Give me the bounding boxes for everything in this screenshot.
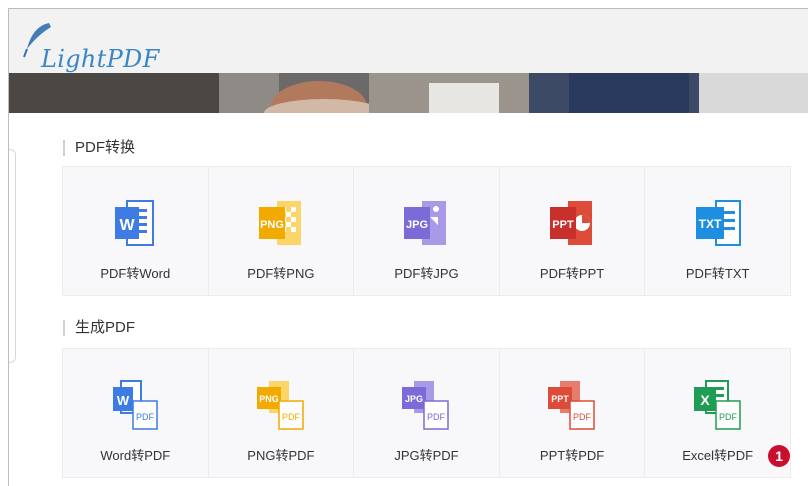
jpg-tag: JPG [405,394,423,404]
tool-label: PDF转PNG [247,266,315,281]
convert-tools-grid: W PDF转Word PNG PDF转PNG JPG PDF转JPG PPT P… [62,166,791,296]
tool-label: PDF转TXT [685,266,750,281]
jpg-image-icon: JPG [404,201,447,245]
word-to-pdf-icon: W PDF [113,380,159,430]
ppt-to-pdf-icon: PPT PDF [548,381,595,430]
tool-pdf-to-png[interactable]: PNG PDF转PNG [209,167,355,295]
tool-ppt-to-pdf[interactable]: PPT PDF PPT转PDF [500,349,646,477]
ppt-tag: PPT [551,394,569,404]
tool-label: PNG转PDF [247,448,315,463]
tool-label: PPT转PDF [539,448,605,463]
ppt-slide-icon: PPT [550,201,593,245]
png-image-icon: PNG [258,201,301,245]
pdf-tag: PDF [719,412,738,422]
tool-pdf-to-jpg[interactable]: JPG PDF转JPG [354,167,500,295]
word-doc-icon: W [115,200,155,246]
tool-label: PDF转Word [100,266,171,281]
pdf-tag: PDF [573,412,592,422]
jpg-tag: JPG [406,219,428,231]
ppt-tag: PPT [552,219,574,231]
pdf-tag: PDF [282,412,301,422]
png-to-pdf-icon: PNG PDF [256,381,304,430]
tool-label: PDF转PPT [539,266,605,281]
txt-tag: TXT [698,217,721,231]
jpg-to-pdf-icon: JPG PDF [402,381,450,430]
tool-word-to-pdf[interactable]: W PDF Word转PDF [63,349,209,477]
section-title-create: 生成PDF [63,320,135,336]
header: LightPDF [9,9,808,73]
annotation-badge: 1 [768,445,790,467]
word-doc-tag: W [120,217,136,234]
side-panel-tab[interactable] [9,149,16,363]
tool-label: Word转PDF [100,448,171,463]
tool-pdf-to-word[interactable]: W PDF转Word [63,167,209,295]
pdf-tag: PDF [427,412,446,422]
tool-pdf-to-ppt[interactable]: PPT PDF转PPT [500,167,646,295]
tool-label: JPG转PDF [394,448,459,463]
excel-tag: X [700,392,710,408]
banner-image [9,73,808,113]
pdf-tag: PDF [136,412,155,422]
tool-jpg-to-pdf[interactable]: JPG PDF JPG转PDF [354,349,500,477]
create-tools-grid: W PDF Word转PDF PNG PDF PNG转PDF JPG PDF J… [62,348,791,478]
excel-to-pdf-icon: X PDF [693,380,741,430]
txt-file-icon: TXT [695,200,741,246]
tool-pdf-to-txt[interactable]: TXT PDF转TXT [645,167,790,295]
logo-text: LightPDF [41,45,160,73]
hero-banner [9,73,808,113]
section-title-convert: PDF转换 [63,140,135,156]
tool-png-to-pdf[interactable]: PNG PDF PNG转PDF [209,349,355,477]
app-frame: LightPDF PDF转换 W PDF转Word PNG PDF转PNG JP… [8,8,808,486]
logo[interactable]: LightPDF [19,19,159,73]
png-tag: PNG [259,394,279,404]
png-tag: PNG [260,219,284,231]
word-tag: W [117,393,130,408]
tool-label: PDF转JPG [394,266,459,281]
